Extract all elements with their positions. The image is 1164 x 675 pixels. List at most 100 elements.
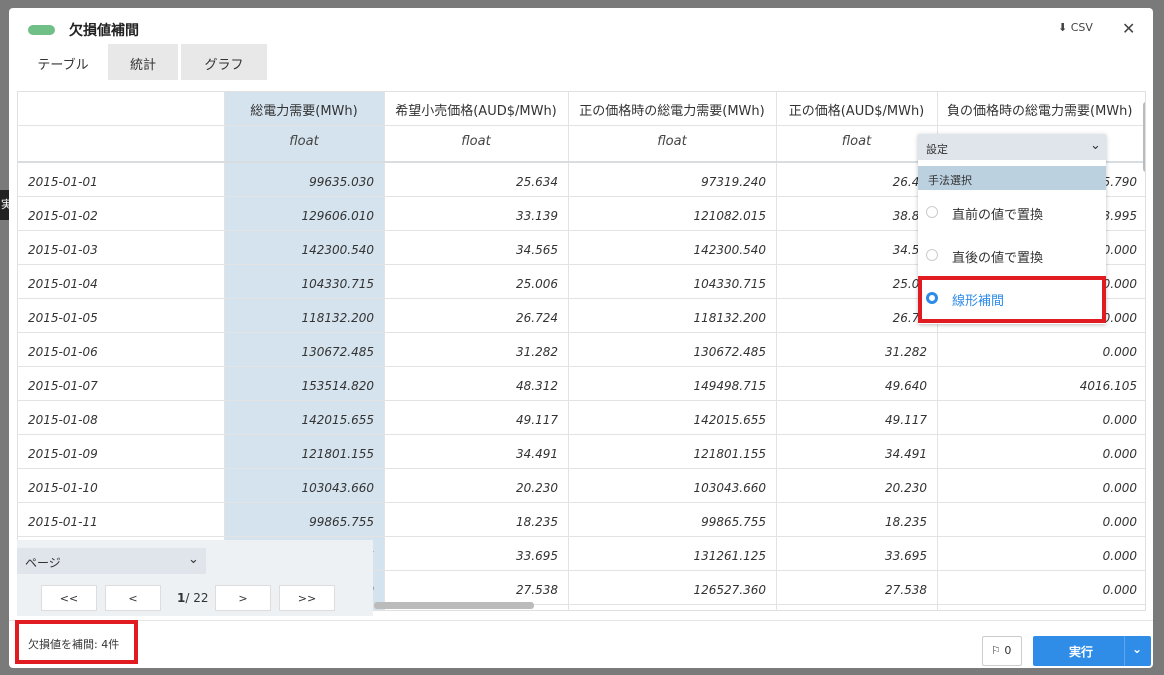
page-select-label: ページ: [25, 556, 61, 570]
value-cell: 130672.485: [301, 345, 374, 359]
value-cell: 142300.540: [693, 243, 766, 257]
value-cell: 99865.755: [309, 515, 374, 529]
dialog-header: 欠損値補間 ⬇ CSV ✕: [9, 8, 1153, 44]
table-row[interactable]: 2015-01-07 153514.820 48.312 149498.715 49.6…: [18, 367, 1145, 401]
value-cell: 20.230: [885, 481, 927, 495]
value-cell: 121801.155: [301, 447, 374, 461]
value-cell: 33.139: [516, 209, 558, 223]
column-type: float: [461, 134, 491, 149]
date-cell: 2015-01-01: [28, 175, 98, 189]
value-cell: 118132.200: [693, 311, 766, 325]
tab-graph[interactable]: グラフ: [181, 44, 267, 80]
value-cell: 38.83: [892, 209, 927, 223]
value-cell: 49.117: [885, 413, 927, 427]
option-label: 直前の値で置換: [952, 208, 1044, 223]
value-cell: 0.000: [1102, 447, 1137, 461]
value-cell: 34.491: [516, 447, 558, 461]
column-header-negative-demand[interactable]: 負の価格時の総電力需要(MWh): [937, 92, 1145, 125]
column-header-positive-price[interactable]: 正の価格(AUD$/MWh): [776, 92, 937, 125]
page-select[interactable]: ページ ⌄: [17, 548, 206, 574]
run-button[interactable]: 実行 ⌄: [1033, 636, 1151, 666]
value-cell: 149498.715: [693, 379, 766, 393]
value-cell: 131261.125: [693, 549, 766, 563]
value-cell: 0.000: [1102, 515, 1137, 529]
table-row[interactable]: 2015-01-10 103043.660 20.230 103043.660 20.2…: [18, 469, 1145, 503]
value-cell: 27.538: [516, 583, 558, 597]
column-header-total-demand[interactable]: 総電力需要(MWh): [224, 92, 384, 125]
value-cell: 104330.715: [693, 277, 766, 291]
dialog-title: 欠損値補間: [69, 23, 139, 39]
value-cell: 0.000: [1102, 481, 1137, 495]
chevron-down-icon: ⌄: [188, 552, 199, 567]
radio-icon: [926, 206, 938, 218]
value-cell: 20.230: [516, 481, 558, 495]
chevron-down-icon[interactable]: ⌄: [1132, 642, 1142, 656]
last-page-button[interactable]: >>: [279, 585, 335, 611]
table-row[interactable]: 2015-01-09 121801.155 34.491 121801.155 34.4…: [18, 435, 1145, 469]
value-cell: 118132.200: [301, 311, 374, 325]
tab-stats[interactable]: 統計: [108, 44, 178, 80]
value-cell: 103043.660: [693, 481, 766, 495]
value-cell: 48.312: [516, 379, 558, 393]
page-indicator: 1/ 22: [177, 591, 209, 605]
run-divider: [1124, 636, 1125, 666]
value-cell: 142015.655: [693, 413, 766, 427]
highlight-box-linear-option: [918, 276, 1106, 323]
total-pages: / 22: [185, 591, 209, 605]
value-cell: 129606.010: [301, 209, 374, 223]
column-type: float: [841, 134, 872, 149]
vertical-scrollbar[interactable]: [1143, 102, 1145, 172]
date-cell: 2015-01-02: [28, 209, 98, 223]
value-cell: 104330.715: [301, 277, 374, 291]
close-icon[interactable]: ✕: [1122, 19, 1135, 38]
prev-page-button[interactable]: <: [105, 585, 161, 611]
option-label: 直後の値で置換: [952, 251, 1044, 266]
value-cell: 49.117: [516, 413, 558, 427]
comment-button[interactable]: ⚐ 0: [982, 636, 1022, 666]
flag-icon: ⚐: [991, 644, 1001, 657]
value-cell: 0.000: [1102, 345, 1137, 359]
horizontal-scrollbar[interactable]: [374, 602, 534, 609]
value-cell: 99635.030: [309, 175, 374, 189]
column-type: float: [657, 134, 687, 149]
value-cell: 99865.755: [701, 515, 766, 529]
first-page-button[interactable]: <<: [41, 585, 97, 611]
table-row[interactable]: 2015-01-06 130672.485 31.282 130672.485 31.2…: [18, 333, 1145, 367]
table-row[interactable]: 2015-01-08 142015.655 49.117 142015.655 49.1…: [18, 401, 1145, 435]
value-cell: 34.56: [892, 243, 927, 257]
value-cell: 31.282: [885, 345, 927, 359]
value-cell: 25.634: [516, 175, 558, 189]
value-cell: 97319.240: [701, 175, 766, 189]
date-cell: 2015-01-07: [28, 379, 98, 393]
value-cell: 0.000: [1102, 583, 1137, 597]
value-cell: 126527.360: [693, 583, 766, 597]
column-header-positive-demand[interactable]: 正の価格時の総電力需要(MWh): [568, 92, 776, 125]
value-cell: 0.000: [1102, 413, 1137, 427]
run-label: 実行: [1069, 645, 1094, 659]
date-cell: 2015-01-11: [28, 515, 98, 529]
value-cell: 26.724: [516, 311, 558, 325]
value-cell: 130672.485: [693, 345, 766, 359]
date-cell: 2015-01-06: [28, 345, 98, 359]
value-cell: 0.000: [1102, 549, 1137, 563]
footer-divider: [9, 620, 1153, 621]
csv-download-button[interactable]: ⬇ CSV: [1058, 21, 1093, 34]
value-cell: 25.006: [516, 277, 558, 291]
column-type: float: [289, 134, 319, 149]
next-page-button[interactable]: >: [215, 585, 271, 611]
value-cell: 34.491: [885, 447, 927, 461]
missing-value-dialog: 欠損値補間 ⬇ CSV ✕ テーブル 統計 グラフ 総電力需要(MWh) 希望小…: [9, 8, 1153, 668]
method-section-label: 手法選択: [918, 166, 1106, 190]
value-cell: 25.00: [892, 277, 927, 291]
column-header-retail-price[interactable]: 希望小売価格(AUD$/MWh): [384, 92, 568, 125]
option-next-value[interactable]: 直後の値で置換: [918, 237, 1106, 275]
tab-table[interactable]: テーブル: [19, 44, 107, 80]
value-cell: 18.235: [885, 515, 927, 529]
table-row[interactable]: 2015-01-11 99865.755 18.235 99865.755 18.235…: [18, 503, 1145, 537]
date-cell: 2015-01-05: [28, 311, 98, 325]
value-cell: 31.282: [516, 345, 558, 359]
settings-select[interactable]: 設定 ⌄: [918, 134, 1106, 160]
value-cell: 4016.105: [1079, 379, 1137, 393]
date-cell: 2015-01-08: [28, 413, 98, 427]
option-previous-value[interactable]: 直前の値で置換: [918, 194, 1106, 232]
